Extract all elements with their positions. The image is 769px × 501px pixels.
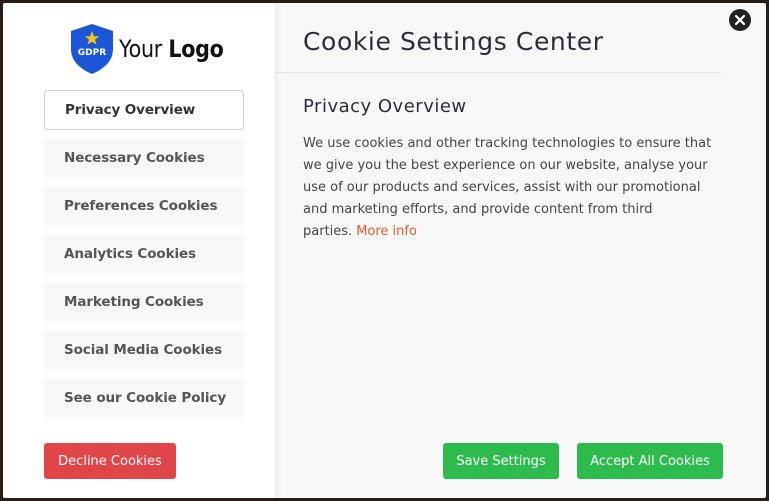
- close-icon: [735, 15, 745, 25]
- sidebar: GDPR Your Logo Privacy Overview Necessar…: [3, 3, 275, 498]
- nav-item-preferences-cookies[interactable]: Preferences Cookies: [44, 186, 244, 226]
- title-divider: [275, 72, 722, 73]
- main-panel: Cookie Settings Center Privacy Overview …: [275, 3, 766, 498]
- nav-item-privacy-overview[interactable]: Privacy Overview: [44, 90, 244, 130]
- nav-item-analytics-cookies[interactable]: Analytics Cookies: [44, 234, 244, 274]
- nav-item-social-media-cookies[interactable]: Social Media Cookies: [44, 330, 244, 370]
- page-title: Cookie Settings Center: [303, 27, 604, 56]
- more-info-link[interactable]: More info: [356, 224, 417, 239]
- nav-item-marketing-cookies[interactable]: Marketing Cookies: [44, 282, 244, 322]
- privacy-description: We use cookies and other tracking techno…: [303, 133, 713, 243]
- cookie-settings-modal: GDPR Your Logo Privacy Overview Necessar…: [3, 3, 766, 498]
- gdpr-shield-icon: GDPR: [71, 24, 113, 74]
- close-button[interactable]: [729, 9, 751, 31]
- logo-text: Your Logo: [119, 35, 224, 63]
- section-title: Privacy Overview: [303, 96, 467, 117]
- logo-text-regular: Your: [119, 35, 169, 63]
- nav-item-cookie-policy[interactable]: See our Cookie Policy: [44, 378, 244, 418]
- logo-text-bold: Logo: [168, 35, 224, 63]
- gdpr-badge-text: GDPR: [78, 48, 106, 58]
- save-settings-button[interactable]: Save Settings: [443, 443, 559, 479]
- accept-all-cookies-button[interactable]: Accept All Cookies: [577, 443, 723, 479]
- logo: GDPR Your Logo: [69, 23, 241, 75]
- nav-item-necessary-cookies[interactable]: Necessary Cookies: [44, 138, 244, 178]
- decline-cookies-button[interactable]: Decline Cookies: [44, 443, 176, 479]
- sidebar-nav: Privacy Overview Necessary Cookies Prefe…: [44, 90, 244, 426]
